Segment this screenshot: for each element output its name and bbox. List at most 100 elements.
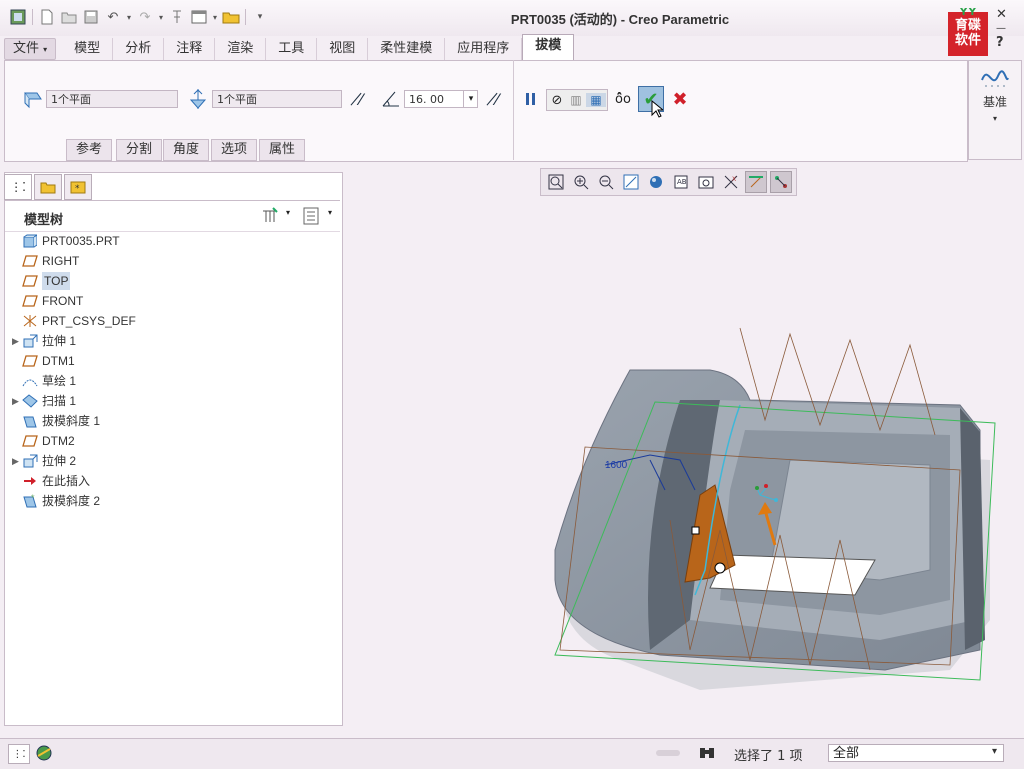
chevron-down-icon[interactable]: ▾ [328, 208, 332, 217]
chevron-down-icon: ▾ [43, 45, 48, 54]
tab-draft[interactable]: 拔模 [522, 34, 575, 60]
file-menu[interactable]: 文件 ▾ [4, 38, 57, 60]
draft-surfaces-field[interactable]: 1个平面 [46, 90, 178, 108]
datum-plane-icon [22, 354, 38, 368]
tree-item[interactable]: * 拔模斜度 2 [12, 492, 100, 510]
tree-item[interactable]: PRT0035.PRT [12, 232, 120, 250]
new-icon[interactable] [37, 7, 57, 27]
repaint-icon[interactable] [620, 171, 642, 193]
chevron-down-icon[interactable]: ▾ [286, 208, 290, 217]
tree-item[interactable]: DTM2 [12, 432, 75, 450]
undo-dropdown-icon[interactable]: ▾ [125, 7, 133, 27]
tree-item[interactable]: ▶ 拉伸 1 [12, 332, 76, 350]
tree-item-label: 扫描 1 [42, 394, 77, 408]
tree-item[interactable]: ▶ 拉伸 2 [12, 452, 76, 470]
no-preview-icon[interactable]: ⊘ [548, 93, 566, 108]
zoom-out-icon[interactable] [595, 171, 617, 193]
cancel-button[interactable]: ✖ [670, 88, 690, 110]
zoom-in-icon[interactable] [570, 171, 592, 193]
tab-model[interactable]: 模型 [62, 38, 114, 60]
show-navigator-icon[interactable]: ⋮⁚ [8, 744, 30, 764]
preview-options: ⊘ ▥ ▦ [546, 89, 608, 111]
refit-icon[interactable] [545, 171, 567, 193]
divider [513, 60, 514, 160]
regenerate-icon[interactable] [167, 7, 187, 27]
undo-icon[interactable]: ↶ [103, 7, 123, 27]
tab-flexible-modeling[interactable]: 柔性建模 [368, 38, 446, 60]
tree-item[interactable]: FRONT [12, 292, 83, 310]
angle-dropdown-icon[interactable]: ▾ [463, 91, 478, 107]
windows-dropdown-icon[interactable]: ▾ [211, 7, 219, 27]
tab-render[interactable]: 渲染 [215, 38, 267, 60]
drag-handle-square[interactable] [691, 526, 700, 535]
datum-display-icon[interactable] [745, 171, 767, 193]
subtab-references[interactable]: 参考 [66, 139, 113, 161]
preview-glasses-icon[interactable]: ô̂o [612, 89, 634, 109]
perspective-icon[interactable]: X [720, 171, 742, 193]
tab-applications[interactable]: 应用程序 [445, 38, 523, 60]
subtab-angle[interactable]: 角度 [163, 139, 210, 161]
app-icon[interactable] [8, 7, 28, 27]
subtab-properties[interactable]: 属性 [259, 139, 306, 161]
dimension-value[interactable]: 1600 [605, 460, 628, 471]
tree-item[interactable]: RIGHT [12, 252, 79, 270]
flip-angle-icon[interactable]: ⁄̸ [486, 88, 508, 110]
favorites-tab-icon[interactable]: * [64, 174, 92, 200]
tree-item-label: DTM1 [42, 354, 75, 368]
csys-point [764, 484, 768, 488]
flip-pull-direction-icon[interactable]: ⁄̸ [350, 88, 372, 110]
folder-icon[interactable] [221, 7, 241, 27]
find-icon[interactable] [696, 744, 718, 762]
show-browser-icon[interactable] [34, 744, 54, 762]
chevron-down-icon[interactable]: ▾ [992, 746, 997, 757]
display-style-icon[interactable] [645, 171, 667, 193]
tab-tools[interactable]: 工具 [266, 38, 318, 60]
tab-analysis[interactable]: 分析 [113, 38, 165, 60]
model-viewport[interactable]: 1600 [520, 320, 1020, 700]
subtab-options[interactable]: 选项 [211, 139, 258, 161]
expand-arrow-icon[interactable]: ▶ [12, 332, 22, 350]
save-icon[interactable] [81, 7, 101, 27]
tree-item-label: PRT_CSYS_DEF [42, 314, 136, 328]
point-display-icon[interactable] [770, 171, 792, 193]
minimize-window-icon[interactable]: — [996, 22, 1022, 36]
redo-icon[interactable]: ↷ [135, 7, 155, 27]
windows-icon[interactable] [189, 7, 209, 27]
model-tree-tab-icon[interactable]: ⋮⁚ [4, 174, 32, 200]
tree-columns-icon[interactable] [300, 206, 322, 226]
mouse-cursor-icon [651, 99, 665, 118]
folder-browser-tab-icon[interactable] [34, 174, 62, 200]
saved-views-icon[interactable]: AB [670, 171, 692, 193]
tree-item[interactable]: 在此插入 [12, 472, 90, 490]
tree-item[interactable]: PRT_CSYS_DEF [12, 312, 136, 330]
verify-preview-icon[interactable]: ▦ [586, 93, 606, 107]
subtab-split[interactable]: 分割 [116, 139, 163, 161]
draft-hinge-field[interactable]: 1个平面 [212, 90, 342, 108]
svg-text:AB: AB [677, 178, 687, 186]
draft-hinge-icon [186, 88, 210, 110]
tree-item[interactable]: TOP [12, 272, 71, 290]
tree-item[interactable]: 草绘 1 [12, 372, 76, 390]
customize-qat-icon[interactable]: ▾ [250, 7, 270, 27]
expand-arrow-icon[interactable]: ▶ [12, 452, 22, 470]
help-icon[interactable]: ? [996, 36, 1022, 50]
redo-dropdown-icon[interactable]: ▾ [157, 7, 165, 27]
tab-annotate[interactable]: 注释 [164, 38, 216, 60]
pause-icon[interactable] [522, 89, 540, 109]
expand-arrow-icon[interactable]: ▶ [12, 392, 22, 410]
view-manager-icon[interactable] [695, 171, 717, 193]
separator [32, 9, 33, 25]
tree-item[interactable]: 拔模斜度 1 [12, 412, 100, 430]
separate-preview-icon[interactable]: ▥ [566, 93, 586, 107]
selection-filter[interactable]: 全部 [828, 744, 1004, 762]
tree-item[interactable]: ▶ 扫描 1 [12, 392, 76, 410]
drag-handle-circle[interactable] [714, 562, 726, 574]
datum-button[interactable]: 基准 ▾ [968, 60, 1022, 160]
tree-settings-icon[interactable] [258, 206, 280, 226]
open-icon[interactable] [59, 7, 79, 27]
close-window-icon[interactable]: ✕ [996, 8, 1022, 22]
insert-arrow-icon [22, 474, 38, 488]
datum-plane-icon [22, 434, 38, 448]
tab-view[interactable]: 视图 [317, 38, 369, 60]
tree-item[interactable]: DTM1 [12, 352, 75, 370]
